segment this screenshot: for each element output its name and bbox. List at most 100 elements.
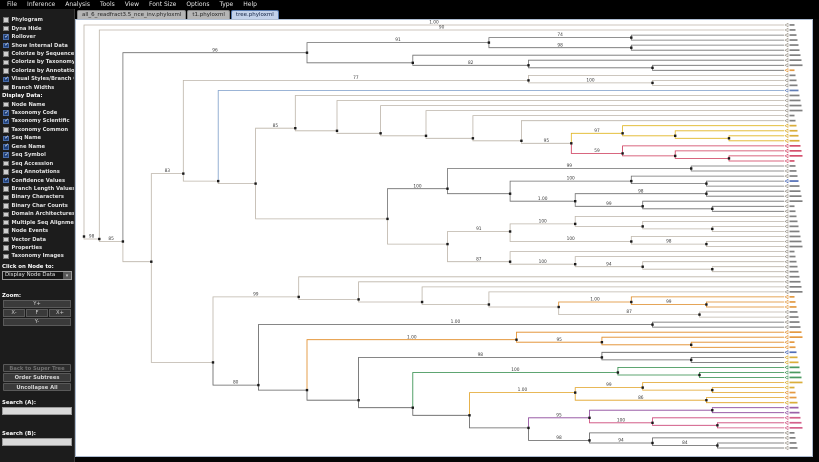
taxon-label[interactable] (789, 165, 796, 167)
checkbox-row-seq-accession[interactable]: Seq Accession (0, 159, 74, 167)
taxon-label[interactable] (789, 381, 803, 384)
internal-node-marker[interactable] (630, 46, 633, 49)
internal-node-marker[interactable] (630, 179, 633, 183)
taxon-label[interactable] (789, 205, 795, 208)
collapsed-subtree-triangle-icon[interactable] (784, 53, 789, 58)
checkbox-row-node-name[interactable]: Node Name (0, 100, 74, 108)
checkbox-checked-icon[interactable] (3, 177, 9, 184)
collapsed-subtree-triangle-icon[interactable] (784, 214, 789, 219)
internal-node-marker[interactable] (468, 414, 471, 417)
internal-node-marker[interactable] (574, 263, 577, 266)
taxon-label[interactable] (789, 265, 798, 268)
taxon-label[interactable] (789, 260, 797, 263)
checkbox-row-gene-name[interactable]: Gene Name (0, 143, 74, 151)
chevron-down-icon[interactable]: ▾ (63, 271, 71, 279)
taxon-label[interactable] (789, 94, 800, 97)
menu-analysis[interactable]: Analysis (61, 1, 94, 8)
checkbox-row-node-events[interactable]: Node Events (0, 227, 74, 235)
checkbox-row-seq-annotations[interactable]: Seq Annotations (0, 168, 74, 176)
taxon-label[interactable] (789, 301, 796, 303)
taxon-label[interactable] (789, 145, 801, 147)
collapsed-subtree-triangle-icon[interactable] (784, 194, 789, 199)
checkbox-unchecked-icon[interactable] (3, 194, 9, 201)
internal-node-marker[interactable] (574, 200, 577, 203)
internal-node-marker[interactable] (711, 388, 714, 392)
taxon-label[interactable] (789, 124, 797, 127)
taxon-label[interactable] (789, 79, 797, 82)
zoom-fit-button[interactable]: F (26, 308, 48, 317)
taxon-label[interactable] (789, 280, 801, 283)
checkbox-unchecked-icon[interactable] (3, 253, 9, 260)
tab-t1.phyloxml[interactable]: t1.phyloxml (187, 10, 230, 19)
internal-node-marker[interactable] (600, 356, 604, 359)
search-b-input[interactable] (2, 438, 72, 447)
collapsed-subtree-triangle-icon[interactable] (784, 289, 789, 295)
internal-node-marker[interactable] (305, 51, 309, 54)
checkbox-checked-icon[interactable] (3, 76, 9, 83)
collapsed-subtree-triangle-icon[interactable] (784, 224, 789, 229)
menu-font-size[interactable]: Font Size (145, 1, 180, 8)
internal-node-marker[interactable] (705, 182, 708, 185)
checkbox-row-confidence-values[interactable]: Confidence Values (0, 176, 74, 184)
taxon-label[interactable] (789, 346, 796, 349)
internal-node-marker[interactable] (508, 260, 512, 263)
internal-node-marker[interactable] (651, 441, 654, 445)
checkbox-checked-icon[interactable] (3, 42, 9, 49)
internal-node-marker[interactable] (386, 217, 389, 221)
taxon-label[interactable] (789, 235, 801, 238)
taxon-label[interactable] (789, 437, 796, 439)
internal-node-marker[interactable] (487, 41, 491, 44)
collapsed-subtree-triangle-icon[interactable] (784, 420, 789, 425)
taxon-label[interactable] (789, 24, 795, 26)
checkbox-row-show-internal-data[interactable]: Show Internal Data (0, 41, 74, 49)
collapsed-subtree-triangle-icon[interactable] (784, 390, 789, 395)
taxon-label[interactable] (789, 89, 799, 92)
checkbox-row-colorize-by-sequence[interactable]: Colorize by Sequence (0, 50, 74, 58)
tree-canvas[interactable]: 1.00 98 90 85 96 91 74 98 82 83 77 100 85 95 97 59 100 99… (75, 19, 813, 457)
taxon-label[interactable] (789, 401, 798, 404)
taxon-label[interactable] (789, 84, 798, 87)
checkbox-row-taxonomy-scientific[interactable]: Taxonomy Scientific (0, 117, 74, 125)
node-action-dropdown[interactable]: Display Node Data ▾ (2, 270, 72, 280)
taxon-label[interactable] (789, 291, 803, 293)
collapsed-subtree-triangle-icon[interactable] (784, 269, 789, 274)
taxon-label[interactable] (789, 69, 795, 72)
taxon-label[interactable] (789, 185, 800, 187)
internal-node-marker[interactable] (651, 421, 654, 424)
collapsed-subtree-triangle-icon[interactable] (784, 330, 789, 335)
collapsed-subtree-triangle-icon[interactable] (784, 355, 789, 360)
internal-node-marker[interactable] (570, 142, 573, 145)
taxon-label[interactable] (789, 49, 800, 51)
checkbox-row-properties[interactable]: Properties (0, 244, 74, 252)
checkbox-unchecked-icon[interactable] (3, 211, 9, 218)
taxon-label[interactable] (789, 386, 795, 389)
taxon-label[interactable] (789, 351, 797, 354)
internal-node-marker[interactable] (508, 230, 512, 233)
collapsed-subtree-triangle-icon[interactable] (784, 88, 789, 93)
internal-node-marker[interactable] (527, 64, 530, 67)
collapsed-subtree-triangle-icon[interactable] (784, 178, 789, 184)
checkbox-row-colorize-by-taxonomy[interactable]: Colorize by Taxonomy (0, 58, 74, 66)
internal-node-marker[interactable] (574, 222, 577, 226)
menu-help[interactable]: Help (239, 1, 261, 8)
checkbox-row-colorize-by-annotation[interactable]: Colorize by Annotation (0, 67, 74, 75)
collapsed-subtree-triangle-icon[interactable] (784, 239, 789, 244)
checkbox-row-seq-symbol[interactable]: Seq Symbol (0, 151, 74, 159)
taxon-label[interactable] (789, 160, 795, 162)
taxon-label[interactable] (789, 210, 796, 213)
collapsed-subtree-triangle-icon[interactable] (784, 335, 789, 340)
collapsed-subtree-triangle-icon[interactable] (784, 385, 789, 390)
taxon-label[interactable] (789, 421, 802, 424)
internal-node-marker[interactable] (711, 207, 714, 210)
checkbox-unchecked-icon[interactable] (3, 203, 9, 209)
collapsed-subtree-triangle-icon[interactable] (784, 93, 789, 98)
checkbox-row-dyna-hide[interactable]: Dyna Hide (0, 24, 74, 32)
internal-node-marker[interactable] (674, 154, 677, 158)
taxon-label[interactable] (789, 361, 799, 364)
zoom-x-plus-button[interactable]: X+ (49, 308, 71, 317)
internal-node-marker[interactable] (211, 361, 215, 364)
collapsed-subtree-triangle-icon[interactable] (784, 27, 789, 33)
internal-node-marker[interactable] (690, 358, 693, 362)
checkbox-unchecked-icon[interactable] (3, 84, 9, 91)
internal-node-marker[interactable] (305, 388, 309, 392)
